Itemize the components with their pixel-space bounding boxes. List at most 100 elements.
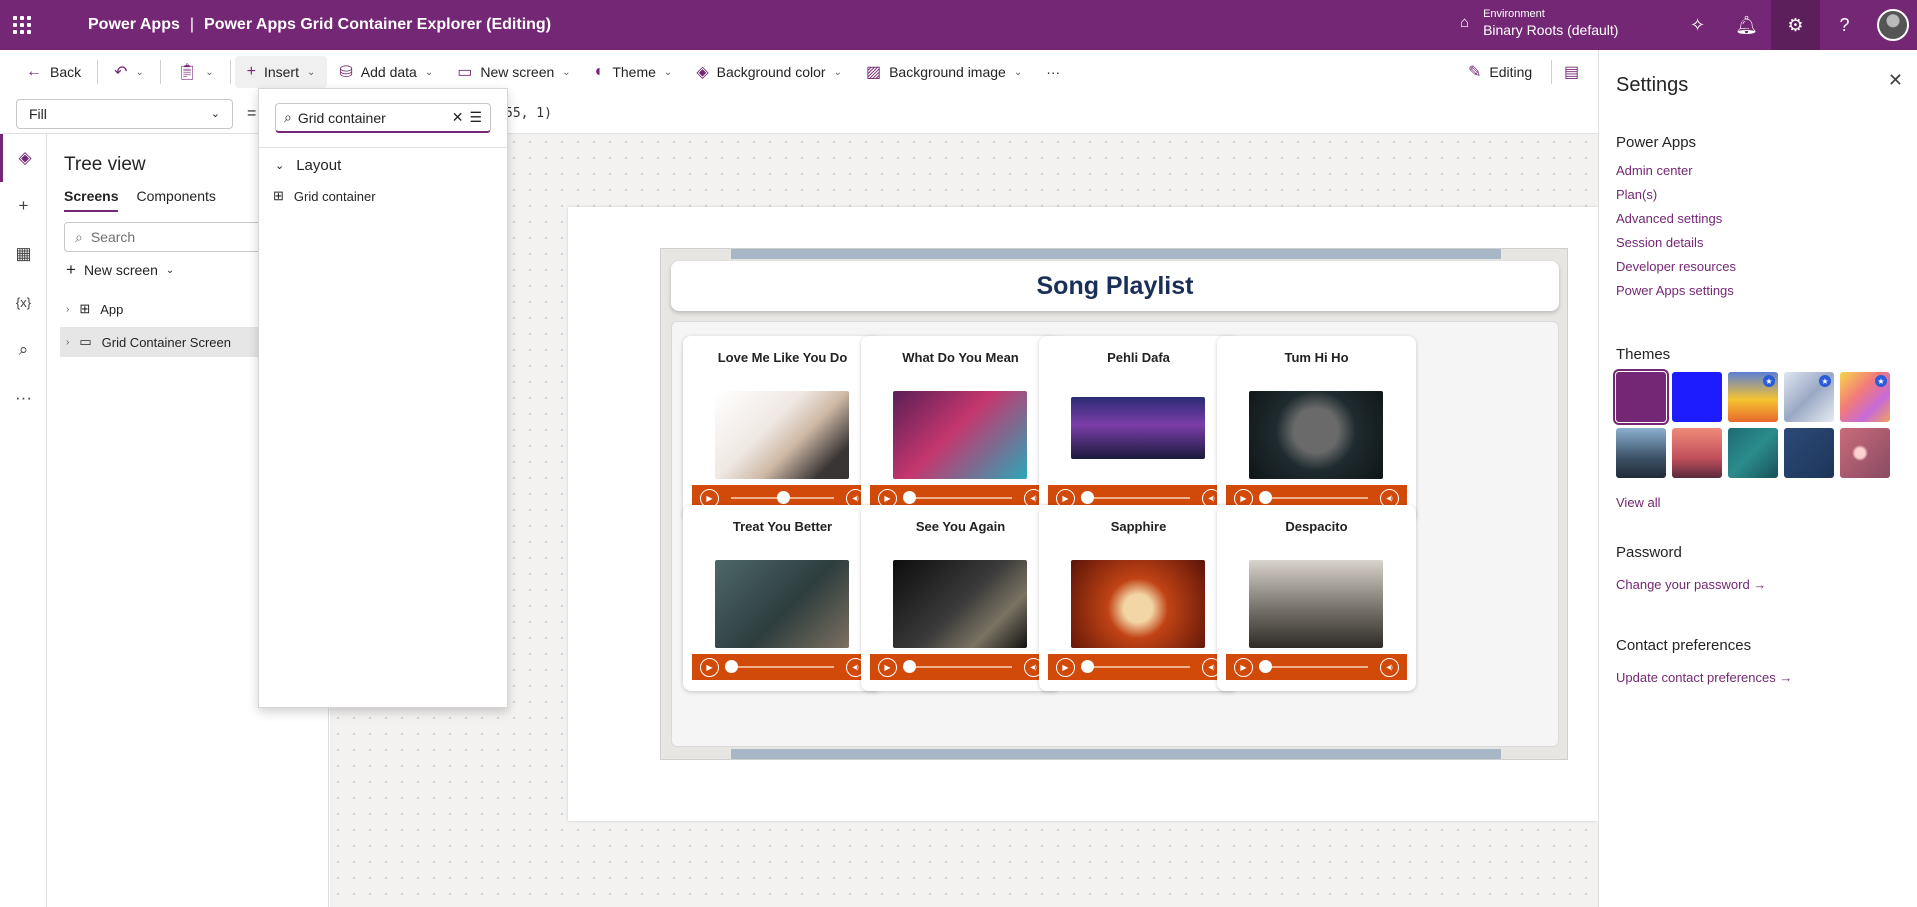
- seek-slider[interactable]: [725, 660, 834, 673]
- view-all-themes-link[interactable]: View all: [1616, 495, 1661, 510]
- background-color-label: Background color: [716, 64, 826, 80]
- insert-item-grid-container[interactable]: ⊞ Grid container: [273, 183, 493, 209]
- more-button[interactable]: ···: [1034, 56, 1072, 88]
- theme-sunset[interactable]: ★: [1728, 372, 1778, 422]
- theme-circuit[interactable]: [1728, 428, 1778, 478]
- audio-player[interactable]: ▶ ◀): [1048, 654, 1229, 680]
- plans-link[interactable]: Plan(s): [1616, 187, 1657, 202]
- seek-slider[interactable]: [903, 491, 1012, 504]
- user-avatar[interactable]: [1877, 9, 1909, 41]
- seek-knob[interactable]: [1081, 660, 1094, 673]
- new-screen-link[interactable]: + New screen ⌄: [66, 260, 174, 280]
- seek-slider[interactable]: [903, 660, 1012, 673]
- song-card[interactable]: Tum Hi Ho ▶ ◀): [1217, 336, 1416, 522]
- notifications-icon[interactable]: 🔔︎: [1722, 0, 1771, 50]
- editing-button[interactable]: ✎ Editing: [1456, 56, 1544, 88]
- seek-slider[interactable]: [1081, 660, 1190, 673]
- seek-slider[interactable]: [1259, 491, 1368, 504]
- song-card[interactable]: Love Me Like You Do ▶ ◀): [683, 336, 882, 522]
- search-icon[interactable]: ⌕: [0, 326, 47, 374]
- volume-icon[interactable]: ◀): [1380, 657, 1399, 677]
- theme-landscape[interactable]: [1616, 428, 1666, 478]
- play-icon[interactable]: ▶: [1234, 657, 1253, 677]
- variables-icon[interactable]: {x}: [0, 278, 47, 326]
- seek-slider[interactable]: [731, 491, 834, 504]
- seek-knob[interactable]: [725, 660, 738, 673]
- comments-button[interactable]: ▤: [1552, 56, 1591, 88]
- song-card[interactable]: Sapphire ▶ ◀): [1039, 505, 1238, 691]
- data-table-icon[interactable]: ▦: [0, 230, 47, 278]
- theme-bokeh[interactable]: [1840, 428, 1890, 478]
- seek-knob[interactable]: [776, 491, 790, 504]
- audio-player[interactable]: ▶ ◀): [1226, 654, 1407, 680]
- environment-picker[interactable]: ⌂ Environment Binary Roots (default): [1460, 6, 1618, 38]
- admin-center-link[interactable]: Admin center: [1616, 163, 1693, 178]
- theme-rainbow[interactable]: ★: [1840, 372, 1890, 422]
- seek-slider[interactable]: [1259, 660, 1368, 673]
- play-icon[interactable]: ▶: [1056, 657, 1075, 677]
- theme-palms[interactable]: [1672, 428, 1722, 478]
- add-data-button[interactable]: ⛁ Add data ⌄: [327, 56, 445, 88]
- new-screen-button[interactable]: ▭ New screen ⌄: [445, 56, 582, 88]
- settings-gear-icon[interactable]: ⚙: [1771, 0, 1820, 50]
- layers-icon[interactable]: ◈: [0, 134, 47, 182]
- session-details-link[interactable]: Session details: [1616, 235, 1703, 250]
- seek-knob[interactable]: [1259, 660, 1272, 673]
- help-icon[interactable]: ?: [1820, 0, 1869, 50]
- property-dropdown[interactable]: Fill ⌄: [16, 98, 233, 129]
- change-password-link[interactable]: Change your password →: [1616, 577, 1766, 592]
- seek-knob[interactable]: [1259, 491, 1272, 504]
- chevron-down-icon[interactable]: ⌄: [136, 67, 144, 78]
- tree-item-app[interactable]: › ⊞ App: [60, 294, 270, 324]
- copilot-icon[interactable]: ✧: [1673, 0, 1722, 50]
- developer-resources-link[interactable]: Developer resources: [1616, 259, 1736, 274]
- theme-purple[interactable]: [1613, 369, 1669, 425]
- song-card[interactable]: Treat You Better ▶ ◀): [683, 505, 882, 691]
- more-icon[interactable]: ···: [0, 374, 47, 422]
- formula-input[interactable]: 55, 1): [505, 106, 552, 121]
- update-contact-preferences-link[interactable]: Update contact preferences →: [1616, 670, 1792, 685]
- seek-knob[interactable]: [903, 491, 916, 504]
- seek-slider[interactable]: [1081, 491, 1190, 504]
- close-icon[interactable]: ✕: [1888, 70, 1903, 91]
- theme-nation[interactable]: [1784, 428, 1834, 478]
- chevron-right-icon[interactable]: ›: [66, 337, 69, 348]
- insert-button[interactable]: + Insert ⌄: [234, 56, 328, 88]
- clear-icon[interactable]: ✕: [452, 109, 464, 126]
- plus-icon[interactable]: +: [0, 182, 47, 230]
- song-card[interactable]: Despacito ▶ ◀): [1217, 505, 1416, 691]
- song-card[interactable]: See You Again ▶ ◀): [861, 505, 1060, 691]
- chevron-right-icon[interactable]: ›: [66, 304, 69, 315]
- audio-player[interactable]: ▶ ◀): [692, 654, 873, 680]
- back-button[interactable]: ← Back: [0, 56, 93, 88]
- playlist-header[interactable]: Song Playlist: [671, 261, 1559, 311]
- filter-icon[interactable]: ☰: [469, 109, 482, 126]
- power-apps-settings-link[interactable]: Power Apps settings: [1616, 283, 1734, 298]
- theme-button[interactable]: ◐ Theme ⌄: [583, 56, 685, 88]
- tab-screens[interactable]: Screens: [64, 188, 119, 212]
- tree-search-input[interactable]: ⌕ Search: [64, 222, 284, 252]
- advanced-settings-link[interactable]: Advanced settings: [1616, 211, 1722, 226]
- seek-knob[interactable]: [903, 660, 916, 673]
- background-image-button[interactable]: ▨ Background image ⌄: [854, 56, 1034, 88]
- song-card[interactable]: What Do You Mean ▶ ◀): [861, 336, 1060, 522]
- seek-knob[interactable]: [1081, 491, 1094, 504]
- app-screen[interactable]: Song Playlist Love Me Like You Do ▶ ◀) What…: [660, 248, 1568, 760]
- theme-silver[interactable]: ★: [1784, 372, 1834, 422]
- tab-components[interactable]: Components: [136, 188, 215, 212]
- song-card[interactable]: Pehli Dafa ▶ ◀): [1039, 336, 1238, 522]
- insert-search-input[interactable]: ⌕ Grid container ✕ ☰: [275, 103, 491, 133]
- chevron-down-icon[interactable]: ⌄: [205, 67, 213, 78]
- grid-container[interactable]: Love Me Like You Do ▶ ◀) What Do You Mean ▶ ◀…: [671, 321, 1559, 747]
- paste-button[interactable]: 📋︎ ⌄: [165, 56, 226, 88]
- audio-player[interactable]: ▶ ◀): [870, 654, 1051, 680]
- theme-blue[interactable]: [1672, 372, 1722, 422]
- undo-button[interactable]: ↶ ⌄: [102, 56, 156, 88]
- background-color-button[interactable]: ◈ Background color ⌄: [684, 56, 854, 88]
- play-icon[interactable]: ▶: [700, 657, 719, 677]
- design-canvas[interactable]: Song Playlist Love Me Like You Do ▶ ◀) What…: [330, 134, 1598, 907]
- category-layout[interactable]: ⌄ Layout: [275, 157, 341, 174]
- play-icon[interactable]: ▶: [878, 657, 897, 677]
- app-launcher-icon[interactable]: [0, 0, 44, 50]
- tree-item-grid-container-screen[interactable]: › ▭ Grid Container Screen: [60, 327, 270, 357]
